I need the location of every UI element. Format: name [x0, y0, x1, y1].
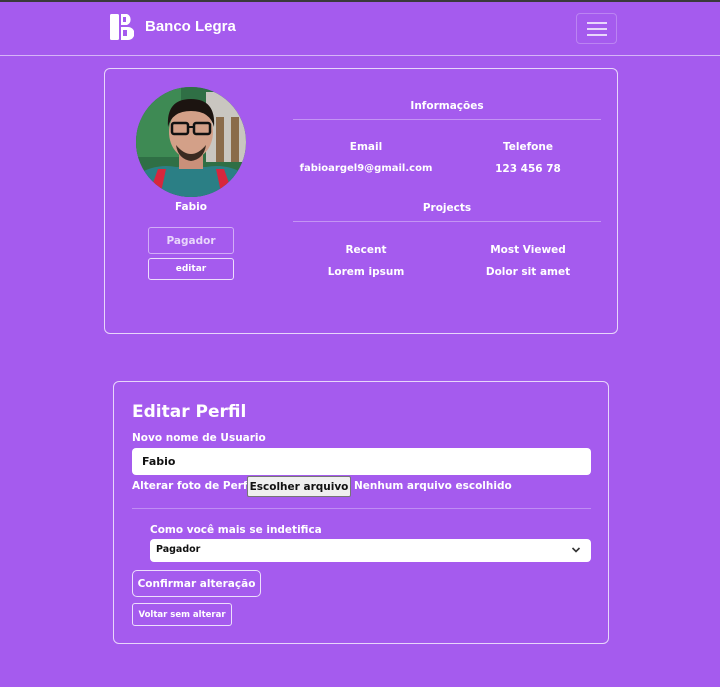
identity-select[interactable]: Pagador — [150, 539, 591, 562]
phone-label: Telefone — [503, 141, 553, 153]
role-button[interactable]: Pagador — [148, 227, 234, 254]
username-label: Novo nome de Usuario — [132, 432, 266, 444]
most-viewed-label: Most Viewed — [490, 244, 566, 256]
hamburger-icon — [587, 22, 607, 24]
back-without-changes-button[interactable]: Voltar sem alterar — [132, 603, 232, 626]
email-value: fabioargel9@gmail.com — [299, 163, 433, 174]
recent-label: Recent — [345, 244, 387, 256]
most-viewed-value: Dolor sit amet — [485, 266, 571, 278]
confirm-changes-button[interactable]: Confirmar alteração — [132, 570, 261, 597]
username-input[interactable] — [132, 448, 591, 475]
info-heading: Informações — [410, 100, 484, 112]
edit-profile-title: Editar Perfil — [132, 402, 247, 422]
edit-profile-button[interactable]: editar — [148, 258, 234, 280]
projects-heading: Projects — [422, 202, 472, 214]
identity-select-value: Pagador — [156, 544, 201, 555]
recent-value: Lorem ipsum — [327, 266, 405, 278]
bank-logo-icon[interactable] — [110, 14, 134, 40]
email-label: Email — [349, 141, 383, 153]
chevron-down-icon — [571, 547, 581, 553]
projects-divider — [293, 221, 601, 222]
choose-file-button[interactable]: Escolher arquivo — [247, 476, 351, 497]
photo-label: Alterar foto de Perfil — [132, 480, 255, 492]
avatar — [136, 87, 246, 197]
info-divider — [293, 119, 601, 120]
menu-toggle-button[interactable] — [576, 13, 617, 44]
avatar-photo — [136, 87, 246, 197]
identity-select-label: Como você mais se indetifica — [150, 524, 322, 536]
form-divider — [132, 508, 591, 509]
edit-profile-card: Editar Perfil Novo nome de Usuario Alter… — [113, 381, 609, 644]
brand-name[interactable]: Banco Legra — [145, 18, 236, 35]
profile-name: Fabio — [175, 201, 207, 213]
navbar: Banco Legra — [0, 2, 720, 56]
hamburger-icon-bar — [587, 34, 607, 36]
file-status: Nenhum arquivo escolhido — [354, 480, 512, 492]
profile-card: Fabio Pagador editar Informações Email f… — [104, 68, 618, 334]
hamburger-icon-bar — [587, 28, 607, 30]
phone-value: 123 456 78 — [495, 163, 561, 175]
